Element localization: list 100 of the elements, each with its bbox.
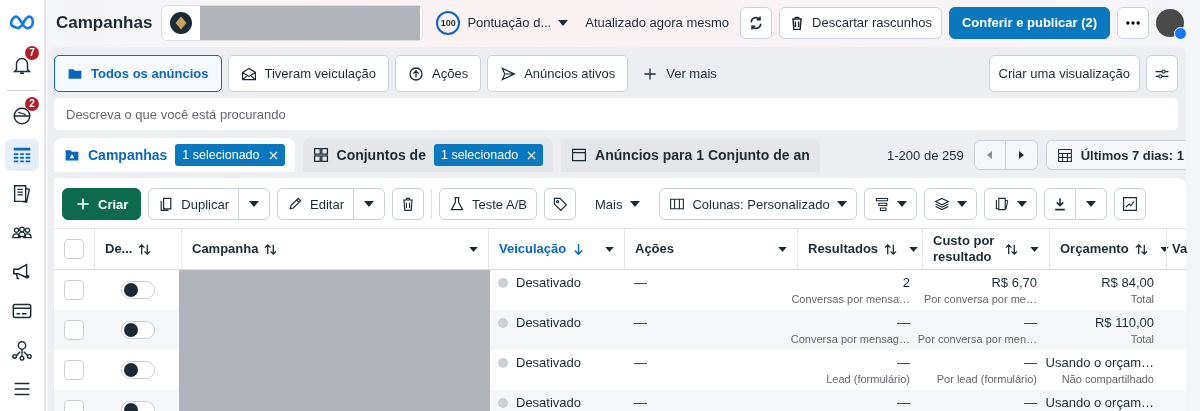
settings-button[interactable] bbox=[1146, 55, 1178, 92]
results-type: Conversa por mensag… bbox=[790, 332, 910, 346]
dropdown-button[interactable] bbox=[1074, 188, 1107, 220]
plus-icon bbox=[642, 65, 659, 82]
dropdown-button[interactable] bbox=[353, 188, 385, 220]
caret-icon bbox=[956, 201, 967, 207]
pencil-icon bbox=[287, 196, 304, 212]
column-header[interactable]: Campanha bbox=[192, 240, 259, 258]
filter-chip[interactable]: Anúncios ativos bbox=[487, 55, 629, 92]
cost-value: — bbox=[1024, 315, 1037, 331]
status-dot-icon bbox=[498, 278, 508, 288]
toggle-switch[interactable] bbox=[120, 281, 155, 299]
caret-icon[interactable] bbox=[605, 246, 614, 252]
chart-button[interactable] bbox=[1113, 188, 1146, 220]
sort-icon[interactable] bbox=[264, 242, 278, 256]
caret-icon bbox=[896, 201, 907, 207]
refresh-button[interactable] bbox=[740, 6, 773, 39]
level-tab[interactable]: Anúncios para 1 Conjunto de an bbox=[561, 138, 820, 172]
caret-icon bbox=[364, 201, 374, 207]
account-selector[interactable] bbox=[161, 4, 424, 41]
more-actions-button[interactable]: Mais bbox=[582, 196, 653, 212]
close-icon[interactable] bbox=[268, 150, 278, 160]
level-tab[interactable]: Conjuntos de 1 selecionado bbox=[302, 138, 554, 172]
sort-icon[interactable] bbox=[138, 242, 152, 256]
delete-button[interactable] bbox=[392, 188, 424, 220]
filter-chip[interactable]: Ações bbox=[395, 55, 482, 92]
caret-icon bbox=[630, 201, 641, 207]
caret-icon[interactable] bbox=[1030, 246, 1039, 252]
results-type: Conversas por mensa… bbox=[791, 292, 910, 306]
toggle-switch[interactable] bbox=[120, 361, 155, 379]
breakdown-button[interactable] bbox=[863, 188, 917, 220]
caret-icon[interactable] bbox=[778, 246, 787, 252]
flask-icon bbox=[449, 196, 465, 212]
selection-badge[interactable]: 1 selecionado bbox=[175, 144, 285, 166]
create-view-button[interactable]: Criar uma visualização bbox=[988, 55, 1140, 92]
account-logo-icon bbox=[170, 11, 193, 34]
sidebar-item[interactable]: 2 bbox=[5, 100, 39, 132]
caret-icon bbox=[1016, 201, 1027, 207]
caret-icon bbox=[249, 201, 260, 207]
tag-icon bbox=[551, 196, 568, 212]
discard-drafts-button[interactable]: Descartar rascunhos bbox=[779, 6, 942, 39]
see-more-button[interactable]: Ver mais bbox=[634, 65, 725, 82]
caret-icon bbox=[836, 201, 847, 207]
meta-logo-icon[interactable] bbox=[9, 14, 35, 30]
line-chart-icon bbox=[1121, 196, 1138, 212]
notification-badge: 2 bbox=[25, 97, 39, 111]
results-value: 2 bbox=[902, 275, 910, 291]
column-header[interactable]: Va bbox=[1172, 240, 1188, 258]
row-checkbox[interactable] bbox=[64, 320, 84, 340]
caret-icon[interactable] bbox=[1159, 246, 1169, 252]
avatar[interactable] bbox=[1156, 8, 1185, 37]
create-button[interactable]: Criar bbox=[62, 188, 142, 220]
selection-badge[interactable]: 1 selecionado bbox=[433, 144, 544, 166]
folder-icon bbox=[64, 147, 80, 163]
column-header[interactable]: Custo por resultado bbox=[933, 232, 999, 266]
publish-button[interactable]: Conferir e publicar (2) bbox=[949, 6, 1111, 39]
sort-icon[interactable] bbox=[1005, 242, 1018, 256]
caret-icon[interactable] bbox=[909, 246, 919, 252]
cost-value: R$ 6,70 bbox=[991, 275, 1037, 291]
filter-chip[interactable]: Tiveram veiculação bbox=[227, 55, 389, 92]
search-field[interactable]: Descreva o que você está procurando bbox=[54, 98, 1178, 130]
filter-chip[interactable]: Todos os anúncios bbox=[54, 55, 222, 92]
cost-type: Por conversa por men… bbox=[917, 332, 1037, 346]
column-header[interactable]: Resultados bbox=[808, 240, 879, 258]
column-header[interactable]: Orçamento bbox=[1060, 240, 1129, 258]
more-button[interactable] bbox=[1117, 6, 1150, 39]
column-header[interactable]: Veiculação bbox=[499, 240, 567, 258]
date-range-button[interactable]: Últimos 7 dias: 1 bbox=[1045, 140, 1186, 170]
status-dot-icon bbox=[498, 358, 508, 368]
edit-button[interactable]: Editar bbox=[277, 188, 354, 220]
budget-type: Total bbox=[1130, 292, 1154, 306]
cost-value: — bbox=[1024, 355, 1037, 371]
cost-type: Por conversa por me… bbox=[923, 292, 1037, 306]
sidebar-item[interactable]: 7 bbox=[5, 49, 39, 81]
download-button[interactable] bbox=[1043, 188, 1076, 220]
sort-icon[interactable] bbox=[1134, 242, 1148, 256]
budget-value: R$ 84,00 bbox=[1101, 275, 1154, 291]
window-icon bbox=[571, 147, 588, 163]
results-value: — bbox=[897, 315, 910, 331]
duplicate-button[interactable]: Duplicar bbox=[148, 188, 240, 220]
actions-value: — bbox=[634, 395, 647, 410]
ab-test-button[interactable]: Teste A/B bbox=[439, 188, 537, 220]
row-checkbox[interactable] bbox=[64, 360, 84, 380]
level-tab[interactable]: Campanhas 1 selecionado bbox=[54, 138, 295, 172]
calendar-icon bbox=[1056, 147, 1073, 163]
caret-icon[interactable] bbox=[558, 19, 569, 26]
score-label[interactable]: Pontuação d... bbox=[467, 15, 552, 30]
select-all-checkbox[interactable] bbox=[64, 239, 84, 259]
row-checkbox[interactable] bbox=[64, 280, 84, 300]
reports-button[interactable] bbox=[983, 188, 1037, 220]
sort-icon[interactable] bbox=[884, 242, 898, 256]
tag-button[interactable] bbox=[543, 188, 576, 220]
dropdown-button[interactable] bbox=[238, 188, 271, 220]
layers-button[interactable] bbox=[923, 188, 977, 220]
toggle-switch[interactable] bbox=[120, 321, 155, 339]
column-header[interactable]: De... bbox=[105, 240, 133, 258]
columns-button[interactable]: Colunas: Personalizado bbox=[659, 188, 857, 220]
close-icon[interactable] bbox=[527, 150, 537, 160]
column-header[interactable]: Ações bbox=[635, 240, 675, 258]
caret-icon[interactable] bbox=[469, 246, 478, 252]
